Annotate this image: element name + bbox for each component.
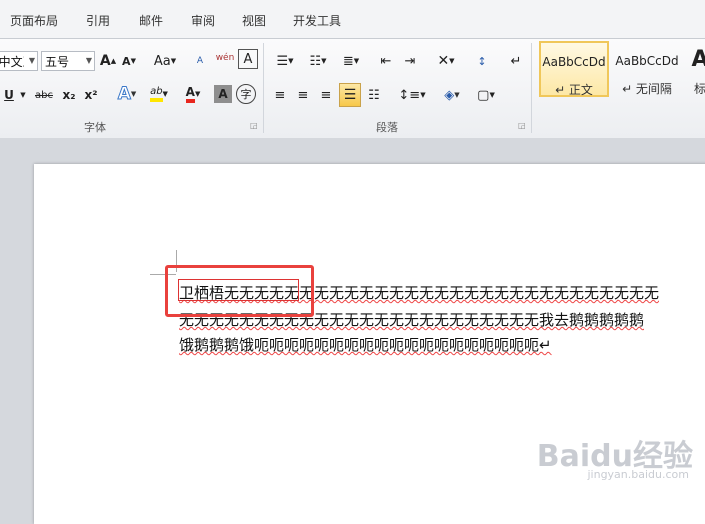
border-icon: ▢ <box>477 87 490 103</box>
text-effects-button[interactable]: A ▼ <box>112 83 142 105</box>
show-marks-button[interactable]: ↵ <box>506 50 526 72</box>
strikethrough-icon: abc <box>35 89 53 101</box>
phonetic-guide-icon: wén <box>215 53 235 63</box>
chinese-layout-button[interactable]: ✕ ▼ <box>431 50 461 72</box>
superscript-icon: x² <box>84 88 98 102</box>
group-divider <box>263 43 264 133</box>
ribbon: (中文正文 ▼ 五号 ▼ A▲ A▼ Aa▼ A wén A U ▼ abc x… <box>0 38 705 139</box>
highlight-color-button[interactable]: ab ▼ <box>144 83 174 105</box>
decrease-indent-button[interactable]: ⇤ <box>376 50 396 72</box>
sort-button[interactable]: ↕ <box>472 50 492 72</box>
align-right-button[interactable]: ≡ <box>316 84 336 106</box>
char-shading-button[interactable]: A <box>214 85 232 103</box>
highlighter-icon: ab <box>150 86 163 102</box>
chinese-layout-icon: ✕ <box>437 53 450 69</box>
shading-button[interactable]: ◈ ▼ <box>437 84 467 106</box>
decrease-indent-icon: ⇤ <box>380 53 392 69</box>
chevron-down-icon: ▼ <box>85 56 92 65</box>
line-spacing-icon: ↕≡ <box>398 87 421 103</box>
font-name-value: (中文正文 <box>0 54 24 69</box>
align-left-icon: ≡ <box>274 87 286 103</box>
tab-references[interactable]: 引用 <box>86 12 110 29</box>
font-color-button[interactable]: A ▼ <box>178 83 208 105</box>
multilevel-list-icon: ≣ <box>342 53 354 69</box>
enclose-char-icon: 字 <box>240 88 252 101</box>
chevron-down-icon: ▼ <box>28 56 35 65</box>
align-right-icon: ≡ <box>320 87 332 103</box>
justify-button[interactable]: ☰ <box>339 83 361 107</box>
increase-indent-icon: ⇥ <box>404 53 416 69</box>
style-no-spacing-name: ↵ 无间隔 <box>622 82 672 96</box>
font-color-icon: A <box>185 85 195 103</box>
grow-font-icon: A <box>99 53 111 69</box>
multilevel-list-button[interactable]: ≣ ▼ <box>337 50 365 72</box>
enclose-char-button[interactable]: 字 <box>236 84 256 104</box>
chevron-down-icon: ▼ <box>20 91 26 99</box>
paragraph-group-label: 段落 <box>376 121 398 134</box>
underline-button[interactable]: U <box>0 84 18 106</box>
paragraph-mark-icon: ↵ <box>510 53 522 69</box>
document-area: 卫栖梧无无无无无无无无无无无无无无无无无无无无无无无无无无无无无 无无无无无无无… <box>0 138 705 524</box>
tab-page-layout[interactable]: 页面布局 <box>10 12 58 29</box>
strikethrough-button[interactable]: abc <box>32 84 56 106</box>
style-heading[interactable]: A 标 <box>685 41 705 97</box>
baidu-watermark-url: jingyan.baidu.com <box>587 468 689 481</box>
change-case-icon: Aa <box>153 53 171 69</box>
style-heading-sample: A <box>691 47 705 72</box>
numbered-list-icon: ☷ <box>309 53 322 69</box>
subscript-icon: x₂ <box>62 88 76 102</box>
style-normal-sample: AaBbCcDd <box>542 55 606 69</box>
text-effects-icon: A <box>117 84 131 105</box>
style-heading-name: 标 <box>693 82 705 96</box>
bullets-button[interactable]: ☰ ▼ <box>271 50 299 72</box>
tab-view[interactable]: 视图 <box>242 12 266 29</box>
tab-developer[interactable]: 开发工具 <box>293 12 341 29</box>
underline-icon: U <box>4 88 14 102</box>
clear-format-icon: A <box>196 56 204 66</box>
font-size-combo[interactable]: 五号 ▼ <box>41 51 95 71</box>
line-spacing-button[interactable]: ↕≡ ▼ <box>397 84 427 106</box>
ribbon-tab-bar: 页面布局 引用 邮件 审阅 视图 开发工具 <box>0 0 705 38</box>
font-name-combo[interactable]: (中文正文 ▼ <box>0 51 38 71</box>
subscript-button[interactable]: x₂ <box>59 84 79 106</box>
superscript-button[interactable]: x² <box>81 84 101 106</box>
text-line-3-content: 饿鹅鹅鹅饿呃呃呃呃呃呃呃呃呃呃呃呃呃呃呃呃呃呃呃↵ <box>179 336 552 354</box>
tab-review[interactable]: 审阅 <box>191 12 215 29</box>
align-center-icon: ≡ <box>297 87 309 103</box>
numbering-button[interactable]: ☷ ▼ <box>304 50 332 72</box>
underline-dropdown[interactable]: ▼ <box>18 84 28 106</box>
font-dialog-launcher-icon[interactable]: ◲ <box>250 121 258 130</box>
shrink-font-button[interactable]: A ▼ <box>119 50 139 72</box>
bullet-list-icon: ☰ <box>276 53 289 69</box>
style-normal-name: ↵ 正文 <box>555 83 593 97</box>
grow-font-button[interactable]: A ▲ <box>98 50 118 72</box>
increase-indent-button[interactable]: ⇥ <box>400 50 420 72</box>
justify-icon: ☰ <box>343 87 357 103</box>
font-group-label: 字体 <box>84 121 106 134</box>
annotation-highlight-box <box>165 265 314 317</box>
shrink-font-icon: A <box>122 54 131 68</box>
group-divider <box>531 43 532 133</box>
style-no-spacing-sample: AaBbCcDd <box>615 54 679 68</box>
char-border-button[interactable]: A <box>238 49 258 69</box>
borders-button[interactable]: ▢ ▼ <box>471 84 501 106</box>
text-line-3[interactable]: 饿鹅鹅鹅饿呃呃呃呃呃呃呃呃呃呃呃呃呃呃呃呃呃呃呃↵ <box>179 334 552 355</box>
font-size-value: 五号 <box>45 54 70 69</box>
style-normal[interactable]: AaBbCcDd ↵ 正文 <box>539 41 609 97</box>
char-border-icon: A <box>243 51 253 67</box>
change-case-button[interactable]: Aa ▼ <box>151 50 179 72</box>
tab-mailings[interactable]: 邮件 <box>139 12 163 29</box>
paint-bucket-icon: ◈ <box>444 87 455 103</box>
paragraph-dialog-launcher-icon[interactable]: ◲ <box>518 121 526 130</box>
style-no-spacing[interactable]: AaBbCcDd ↵ 无间隔 <box>612 41 682 97</box>
distribute-button[interactable]: ☷ <box>364 84 384 106</box>
clear-format-button[interactable]: A <box>190 50 210 72</box>
phonetic-guide-button[interactable]: wén <box>214 47 236 69</box>
align-left-button[interactable]: ≡ <box>270 84 290 106</box>
char-shading-icon: A <box>218 87 228 101</box>
sort-az-icon: ↕ <box>477 54 487 68</box>
distributed-align-icon: ☷ <box>368 87 380 103</box>
align-center-button[interactable]: ≡ <box>293 84 313 106</box>
